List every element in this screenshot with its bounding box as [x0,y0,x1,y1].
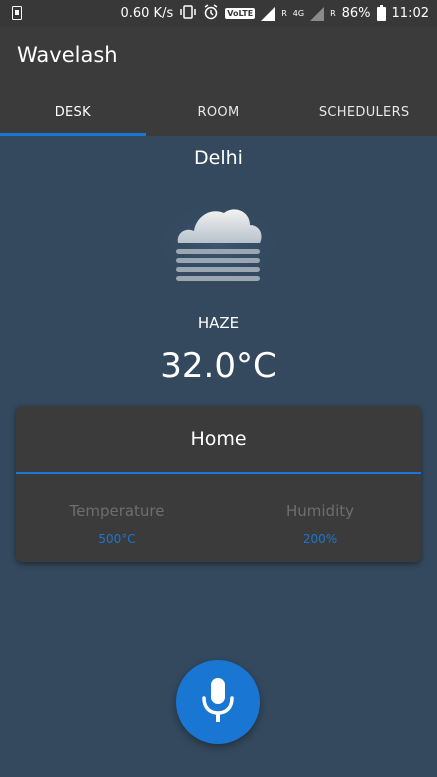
volte-badge: VoLTE [225,8,256,19]
alarm-icon [203,3,219,24]
card-divider [16,472,421,474]
temperature-value: 500°C [98,532,136,546]
tab-desk[interactable]: DESK [0,88,146,136]
signal-strength-icon-2 [310,6,325,21]
haze-icon [150,195,287,291]
tab-label: DESK [54,104,91,120]
temperature-label: Temperature [69,502,165,520]
roaming-mark: R [281,8,287,18]
roaming-mark-2: R [330,8,336,18]
vibrate-icon [179,4,197,23]
weather-condition: HAZE [197,314,240,332]
temperature-stat: Temperature 500°C [16,502,218,546]
tab-schedulers[interactable]: SCHEDULERS [291,88,437,136]
sim-notification-icon [12,6,22,24]
network-speed: 0.60 K/s [120,6,174,21]
city-name: Delhi [194,147,243,169]
clock: 11:02 [391,6,429,21]
humidity-stat: Humidity 200% [219,502,421,546]
humidity-value: 200% [302,532,338,546]
current-temperature: 32.0°C [160,346,277,386]
app-bar: Wavelash DESK ROOM SCHEDULERS [0,27,437,136]
tab-room[interactable]: ROOM [146,88,292,136]
card-title: Home [190,428,247,450]
tab-label: SCHEDULERS [318,104,410,120]
tab-bar: DESK ROOM SCHEDULERS [0,88,437,136]
battery-percent: 86% [341,6,371,21]
network-type: 4G [292,8,305,18]
microphone-icon [198,676,238,728]
home-card: Home Temperature 500°C Humidity 200% [16,406,421,562]
humidity-label: Humidity [285,502,354,520]
tab-label: ROOM [197,104,240,120]
signal-strength-icon [261,6,276,21]
battery-icon [376,4,386,21]
app-title: Wavelash [17,43,118,67]
status-bar: 0.60 K/s VoLTE R 4G R 86% 11:02 [0,0,437,27]
microphone-button[interactable] [176,660,260,744]
